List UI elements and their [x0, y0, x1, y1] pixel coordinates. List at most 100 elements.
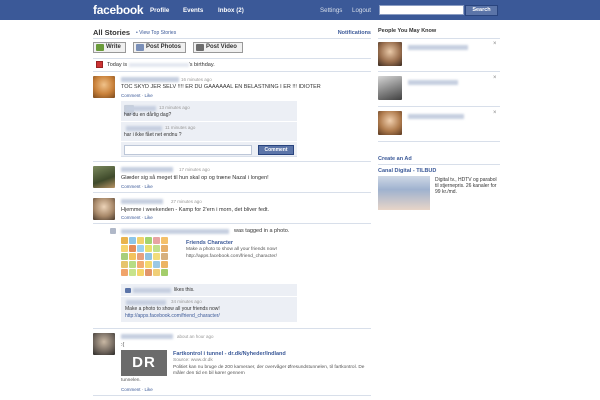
nav-settings[interactable]: Settings: [320, 7, 342, 14]
attachment-source: Source: www.dr.dk: [173, 358, 213, 363]
thumbs-up-icon: [125, 288, 131, 293]
dr-logo[interactable]: DR: [121, 350, 167, 376]
ad-text: Digital tv., HDTV og parabol til stjerne…: [435, 177, 497, 195]
divider: [378, 38, 500, 39]
divider: [378, 71, 500, 72]
comment-text: Make a photo to show all your friends no…: [125, 306, 220, 312]
story-timestamp[interactable]: 16 minutes ago: [181, 77, 212, 82]
attachment-title[interactable]: Friends Character: [186, 240, 233, 246]
redacted-name[interactable]: [121, 229, 229, 234]
birthday-prefix: Today is: [107, 62, 128, 68]
search-button[interactable]: Search: [465, 5, 498, 16]
calendar-icon: [96, 61, 103, 68]
avatar[interactable]: [93, 333, 115, 355]
nav-profile[interactable]: Profile: [150, 7, 169, 14]
comment-divider: [121, 141, 297, 142]
comment-box: 13 minutes ago har du en dårlig dag? 11 …: [121, 101, 297, 157]
story-actions[interactable]: Comment · Like: [121, 215, 153, 220]
top-bar-inner: facebook Profile Events Inbox (2) Settin…: [90, 0, 500, 20]
redacted-name[interactable]: [408, 45, 468, 50]
close-icon[interactable]: ×: [493, 75, 497, 81]
divider: [93, 38, 371, 39]
redacted-name[interactable]: [133, 288, 171, 293]
facebook-logo[interactable]: facebook: [93, 3, 144, 17]
redacted-name[interactable]: [408, 80, 458, 85]
close-icon[interactable]: ×: [493, 110, 497, 116]
photo-grid[interactable]: [121, 237, 168, 276]
story-text: :(: [121, 342, 125, 348]
nav-inbox[interactable]: Inbox (2): [218, 7, 244, 14]
post-video-label: Post Video: [206, 44, 237, 50]
story-actions[interactable]: Comment · Like: [121, 93, 153, 98]
birthday-notice: Today is 's birthday.: [107, 62, 215, 68]
comment-text: har i ikke fået net endnu ?: [124, 132, 182, 138]
avatar[interactable]: [93, 198, 115, 220]
people-you-may-know-title: People You May Know: [378, 28, 437, 34]
attachment-description-cont: tunnelen.: [121, 378, 141, 383]
attachment-title[interactable]: Fartkontrol i tunnel - dr.dk/Nyheder/Ind…: [173, 351, 286, 357]
comment-timestamp: 11 minutes ago: [165, 125, 196, 130]
story-timestamp[interactable]: about an hour ago: [177, 334, 214, 339]
redacted-name[interactable]: [121, 167, 173, 172]
tagged-text: was tagged in a photo.: [234, 228, 290, 234]
search-input[interactable]: [379, 5, 464, 15]
comment-text: har du en dårlig dag?: [124, 112, 172, 118]
like-box: likes this. 34 minutes ago Make a photo …: [121, 284, 297, 322]
nav-events[interactable]: Events: [183, 7, 203, 14]
comment-submit-button[interactable]: Comment: [258, 145, 294, 155]
view-top-stories-link[interactable]: • View Top Stories: [136, 30, 176, 36]
comment-url[interactable]: http://apps.facebook.com/friend_characte…: [125, 313, 220, 319]
nav-logout[interactable]: Logout: [352, 7, 371, 14]
story-actions[interactable]: Comment · Like: [121, 387, 153, 392]
write-icon: [96, 44, 104, 51]
redacted-name[interactable]: [126, 126, 162, 131]
avatar[interactable]: [93, 166, 115, 188]
close-icon[interactable]: ×: [493, 41, 497, 47]
comment-divider: [121, 121, 297, 122]
comment-input[interactable]: [124, 145, 252, 155]
redacted-name[interactable]: [121, 334, 173, 339]
post-video-button[interactable]: Post Video: [193, 42, 243, 53]
tag-icon: [110, 228, 116, 234]
story-text: TOC SKYD JER SELV !!!! ER DU GAAAAAAL EN…: [121, 84, 321, 90]
suggestion-avatar[interactable]: [378, 76, 402, 100]
divider: [378, 164, 500, 165]
ad-image[interactable]: [378, 176, 430, 210]
story-timestamp[interactable]: 17 minutes ago: [179, 167, 210, 172]
feed-title: All Stories: [93, 28, 131, 37]
write-button[interactable]: Write: [93, 42, 126, 53]
likes-text: likes this.: [174, 287, 195, 293]
divider: [93, 223, 371, 224]
redacted-name[interactable]: [121, 199, 163, 204]
write-label: Write: [106, 44, 121, 50]
divider: [93, 161, 371, 162]
top-bar: facebook Profile Events Inbox (2) Settin…: [0, 0, 600, 20]
divider: [378, 106, 500, 107]
redacted-name: [128, 62, 189, 67]
divider: [378, 141, 500, 142]
notifications-link[interactable]: Notifications: [338, 30, 371, 36]
like-divider: [121, 296, 297, 297]
comment-timestamp: 34 minutes ago: [171, 299, 202, 304]
photo-icon: [136, 44, 144, 51]
redacted-name[interactable]: [126, 300, 166, 305]
story-actions[interactable]: Comment · Like: [121, 184, 153, 189]
post-photos-button[interactable]: Post Photos: [133, 42, 186, 53]
attachment-description: Make a photo to show all your friends no…: [186, 247, 277, 252]
attachment-url[interactable]: http://apps.facebook.com/friend_characte…: [186, 254, 277, 260]
suggestion-avatar[interactable]: [378, 42, 402, 66]
redacted-name[interactable]: [121, 77, 179, 82]
attachment-description: Politiet kan nu bruge de 200 kameraer, d…: [173, 365, 365, 376]
redacted-name[interactable]: [408, 114, 464, 119]
suggestion-avatar[interactable]: [378, 111, 402, 135]
post-photos-label: Post Photos: [146, 44, 182, 50]
story-text: Hjemme i weekenden - Kamp for 2'ern i mo…: [121, 207, 270, 213]
divider: [93, 58, 371, 59]
avatar[interactable]: [93, 76, 115, 98]
create-ad-link[interactable]: Create an Ad: [378, 156, 412, 162]
divider: [93, 192, 371, 193]
story-timestamp[interactable]: 27 minutes ago: [171, 199, 202, 204]
story-text: Glæder sig så meget til hun skal op og t…: [121, 175, 269, 181]
ad-title[interactable]: Canal Digital - TILBUD: [378, 168, 436, 174]
redacted-name[interactable]: [126, 106, 156, 111]
